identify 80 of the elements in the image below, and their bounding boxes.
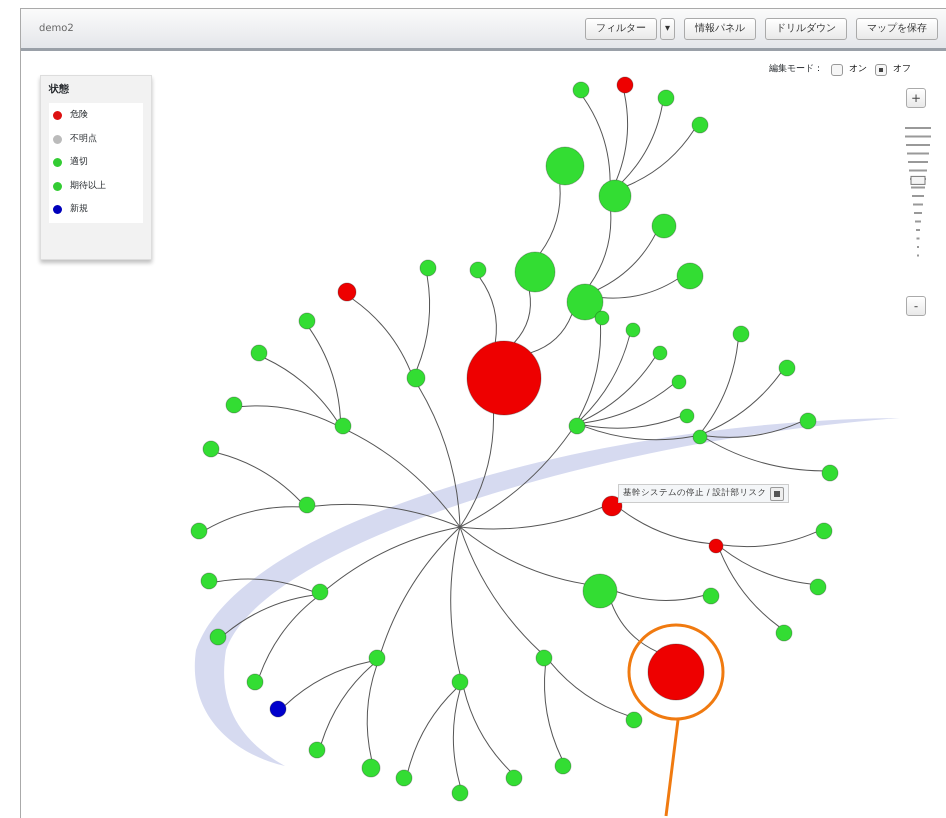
node[interactable] — [626, 712, 642, 728]
node[interactable] — [776, 624, 792, 642]
toolbar-button[interactable]: マップを保存 — [856, 18, 938, 40]
toolbar-button[interactable]: 情報パネル — [684, 18, 756, 40]
node[interactable] — [506, 770, 522, 786]
node[interactable] — [396, 770, 412, 786]
node[interactable] — [298, 312, 316, 330]
node[interactable] — [536, 650, 552, 666]
mode-label: 編集モード： — [769, 63, 823, 76]
node[interactable] — [406, 368, 426, 388]
node[interactable] — [692, 116, 708, 134]
node[interactable] — [554, 758, 572, 774]
zoom-in-button[interactable]: + — [906, 88, 926, 108]
node[interactable] — [626, 322, 640, 338]
node[interactable] — [308, 742, 326, 758]
filter-button[interactable]: フィルター — [584, 18, 657, 40]
node[interactable] — [648, 644, 704, 700]
node[interactable] — [190, 522, 208, 540]
node[interactable] — [566, 284, 604, 320]
tooltip-text: 基幹システムの停止 / 設計部リスク — [623, 487, 766, 500]
node[interactable] — [210, 628, 226, 646]
legend-title: 状態 — [49, 82, 70, 97]
legend-label: 期待以上 — [70, 180, 106, 192]
legend-label: 適切 — [70, 156, 88, 169]
legend-label: 新規 — [70, 203, 88, 216]
node[interactable] — [470, 262, 486, 278]
node[interactable] — [546, 146, 584, 186]
node[interactable] — [708, 538, 724, 554]
node[interactable] — [298, 496, 316, 514]
node[interactable] — [514, 252, 556, 292]
node[interactable] — [672, 374, 686, 390]
node[interactable] — [598, 180, 632, 212]
node[interactable] — [338, 282, 356, 302]
node[interactable] — [452, 784, 468, 802]
legend-label: 危険 — [70, 109, 88, 122]
legend-label: 不明点 — [70, 132, 97, 146]
node[interactable] — [800, 412, 816, 430]
node[interactable] — [732, 326, 750, 342]
radio-option[interactable]: オン — [831, 63, 867, 76]
node[interactable] — [368, 650, 386, 666]
node[interactable] — [334, 418, 352, 434]
node[interactable] — [200, 572, 218, 590]
node[interactable] — [652, 214, 676, 238]
node[interactable] — [420, 260, 436, 276]
node[interactable] — [246, 674, 264, 690]
edge-line — [540, 184, 561, 254]
node[interactable] — [466, 340, 542, 416]
node[interactable] — [658, 90, 674, 106]
node[interactable] — [568, 418, 586, 434]
node[interactable] — [778, 360, 796, 376]
edge-line — [611, 602, 658, 652]
square-icon — [774, 490, 780, 496]
node[interactable] — [692, 430, 708, 444]
node[interactable] — [702, 588, 720, 604]
node[interactable] — [616, 76, 634, 94]
edge-line — [479, 277, 497, 343]
toolbar-button[interactable]: ドリルダウン — [765, 18, 847, 40]
node[interactable] — [202, 440, 220, 458]
node[interactable] — [652, 346, 668, 360]
node[interactable] — [452, 674, 468, 690]
dropdown-button[interactable]: ▾ — [660, 18, 675, 40]
radio-option[interactable]: オフ — [875, 63, 911, 76]
node[interactable] — [226, 396, 242, 414]
node[interactable] — [270, 700, 286, 718]
node[interactable] — [582, 574, 618, 608]
node[interactable] — [676, 262, 704, 290]
app-title: demo2 — [39, 22, 74, 36]
node[interactable] — [250, 344, 268, 362]
zoom-out-button[interactable]: - — [906, 296, 926, 316]
node[interactable] — [680, 408, 694, 424]
node[interactable] — [594, 310, 610, 326]
node[interactable] — [312, 584, 328, 600]
node[interactable] — [816, 522, 832, 540]
tooltip-button[interactable] — [770, 486, 784, 500]
node[interactable] — [822, 464, 838, 482]
node[interactable] — [602, 496, 622, 516]
zoom-slider-thumb[interactable] — [910, 176, 926, 185]
node[interactable] — [572, 82, 590, 98]
node[interactable] — [362, 758, 380, 778]
node[interactable] — [810, 578, 826, 596]
